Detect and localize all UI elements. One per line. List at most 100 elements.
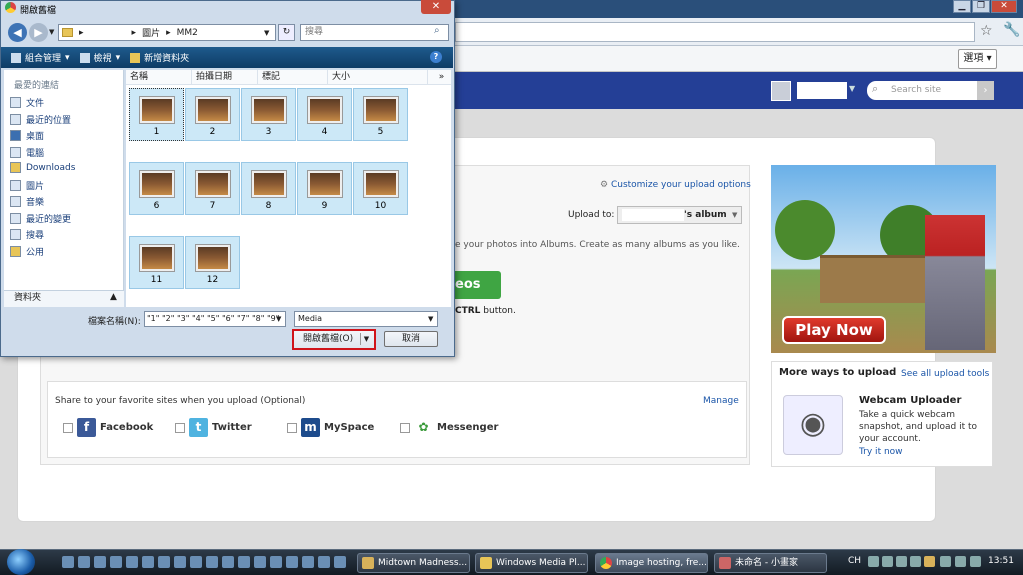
- help-icon[interactable]: ?: [430, 51, 442, 63]
- quicklaunch-icon[interactable]: [78, 556, 90, 568]
- quicklaunch-icon[interactable]: [142, 556, 154, 568]
- nav-item-recent-changes[interactable]: 最近的變更: [10, 212, 71, 225]
- column-name[interactable]: 名稱: [126, 70, 192, 84]
- task-image-hosting[interactable]: Image hosting, fre...: [595, 553, 708, 573]
- network-icon[interactable]: [955, 556, 966, 567]
- messenger-checkbox[interactable]: [400, 422, 410, 433]
- quicklaunch-icon[interactable]: [334, 556, 346, 568]
- share-twitter[interactable]: t Twitter: [175, 418, 252, 437]
- file-thumbnail[interactable]: 12: [185, 236, 240, 289]
- volume-icon[interactable]: [970, 556, 981, 567]
- ie-icon[interactable]: [62, 556, 74, 568]
- file-thumbnail[interactable]: 9: [297, 162, 352, 215]
- quicklaunch-icon[interactable]: [254, 556, 266, 568]
- tray-icon[interactable]: [868, 556, 879, 567]
- open-options-dropdown[interactable]: ▼: [360, 333, 372, 345]
- quicklaunch-icon[interactable]: [302, 556, 314, 568]
- file-thumbnail[interactable]: 8: [241, 162, 296, 215]
- columns-more-button[interactable]: »: [428, 70, 451, 84]
- chevron-down-icon[interactable]: ▼: [428, 315, 433, 323]
- quicklaunch-icon[interactable]: [318, 556, 330, 568]
- quicklaunch-icon[interactable]: [270, 556, 282, 568]
- play-now-button[interactable]: Play Now: [782, 316, 886, 344]
- share-messenger[interactable]: ✿ Messenger: [400, 418, 498, 437]
- file-thumbnail[interactable]: 1: [129, 88, 184, 141]
- file-thumbnail[interactable]: 5: [353, 88, 408, 141]
- task-paint[interactable]: 未命名 - 小畫家: [714, 553, 827, 573]
- tray-icon[interactable]: [940, 556, 951, 567]
- folders-toggle[interactable]: 資料夾: [4, 290, 124, 307]
- quicklaunch-icon[interactable]: [190, 556, 202, 568]
- shield-icon[interactable]: [924, 556, 935, 567]
- quicklaunch-icon[interactable]: [286, 556, 298, 568]
- nav-item-downloads[interactable]: Downloads: [10, 162, 75, 173]
- facebook-checkbox[interactable]: [63, 422, 73, 433]
- breadcrumb-mm2[interactable]: MM2: [177, 28, 198, 38]
- username-box[interactable]: [797, 82, 847, 99]
- quicklaunch-icon[interactable]: [174, 556, 186, 568]
- chevron-down-icon[interactable]: ▼: [264, 29, 269, 37]
- file-thumbnail[interactable]: 2: [185, 88, 240, 141]
- nav-item-pictures[interactable]: 圖片: [10, 179, 44, 192]
- see-all-upload-tools-link[interactable]: See all upload tools: [901, 369, 989, 379]
- quicklaunch-icon[interactable]: [126, 556, 138, 568]
- file-thumbnail[interactable]: 7: [185, 162, 240, 215]
- cancel-button[interactable]: 取消: [384, 331, 438, 347]
- file-thumbnail[interactable]: 10: [353, 162, 408, 215]
- tray-icon[interactable]: [896, 556, 907, 567]
- task-windows-media-player[interactable]: Windows Media Pl...: [475, 553, 588, 573]
- webcam-icon[interactable]: ◉: [783, 395, 843, 455]
- share-facebook[interactable]: f Facebook: [63, 418, 153, 437]
- history-dropdown[interactable]: ▼: [49, 28, 54, 36]
- maximize-button[interactable]: ❐: [972, 0, 990, 13]
- dialog-search-input[interactable]: 搜尋: [300, 24, 449, 41]
- dialog-close-button[interactable]: ✕: [421, 0, 451, 14]
- nav-item-public[interactable]: 公用: [10, 245, 44, 258]
- search-go-button[interactable]: ›: [977, 81, 994, 100]
- twitter-checkbox[interactable]: [175, 422, 185, 433]
- view-menu[interactable]: 檢視 ▾: [79, 51, 120, 64]
- back-button[interactable]: ◀: [8, 23, 27, 42]
- share-myspace[interactable]: m MySpace: [287, 418, 374, 437]
- try-it-now-link[interactable]: Try it now: [859, 447, 903, 457]
- site-search-input[interactable]: Search site: [867, 81, 977, 100]
- star-icon[interactable]: ☆: [980, 23, 993, 39]
- upload-videos-button[interactable]: eos: [453, 271, 501, 299]
- task-midtown-madness[interactable]: Midtown Madness...: [357, 553, 470, 573]
- quicklaunch-icon[interactable]: [110, 556, 122, 568]
- nav-item-documents[interactable]: 文件: [10, 96, 44, 109]
- nav-item-search[interactable]: 搜尋: [10, 228, 44, 241]
- nav-item-recent-places[interactable]: 最近的位置: [10, 113, 71, 126]
- breadcrumb-pictures[interactable]: 圖片: [142, 26, 160, 39]
- tray-icon[interactable]: [882, 556, 893, 567]
- nav-item-music[interactable]: 音樂: [10, 195, 44, 208]
- dialog-address-bar[interactable]: ▸ ▸ 圖片 ▸ MM2: [58, 24, 276, 41]
- close-button[interactable]: ✕: [991, 0, 1017, 13]
- quicklaunch-icon[interactable]: [158, 556, 170, 568]
- language-indicator[interactable]: CH: [848, 556, 861, 566]
- new-folder-button[interactable]: 新增資料夾: [130, 51, 189, 64]
- forward-button[interactable]: ▶: [29, 23, 48, 42]
- quicklaunch-icon[interactable]: [238, 556, 250, 568]
- manage-link[interactable]: Manage: [703, 396, 739, 406]
- nav-item-computer[interactable]: 電腦: [10, 146, 44, 159]
- avatar[interactable]: [771, 81, 791, 101]
- myspace-checkbox[interactable]: [287, 422, 297, 433]
- options-button[interactable]: 選項 ▾: [958, 49, 997, 69]
- file-type-select[interactable]: Media: [294, 311, 438, 327]
- customize-upload-link[interactable]: ⚙ Customize your upload options: [600, 180, 751, 190]
- chevron-down-icon[interactable]: ▼: [276, 315, 281, 323]
- file-thumbnail[interactable]: 3: [241, 88, 296, 141]
- chevron-down-icon[interactable]: ▼: [732, 211, 737, 219]
- wrench-icon[interactable]: 🔧: [1003, 22, 1020, 38]
- chevron-down-icon[interactable]: ▼: [849, 84, 855, 93]
- column-date-taken[interactable]: 拍攝日期: [192, 70, 258, 84]
- file-thumbnail[interactable]: 4: [297, 88, 352, 141]
- quicklaunch-icon[interactable]: [206, 556, 218, 568]
- start-button[interactable]: [7, 549, 35, 575]
- refresh-button[interactable]: ↻: [278, 24, 295, 41]
- column-size[interactable]: 大小: [328, 70, 428, 84]
- tray-icon[interactable]: [910, 556, 921, 567]
- filename-input[interactable]: "1" "2" "3" "4" "5" "6" "7" "8" "9": [144, 311, 286, 327]
- column-tags[interactable]: 標記: [258, 70, 328, 84]
